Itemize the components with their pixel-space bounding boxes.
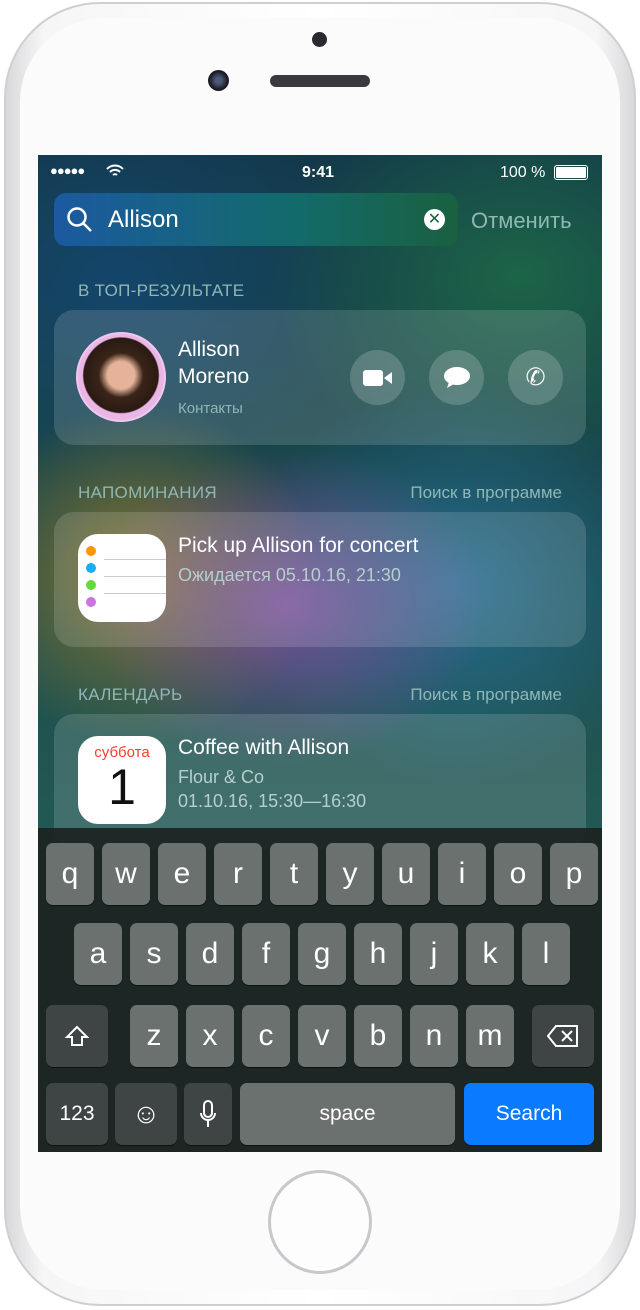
calendar-app-icon: суббота 1 xyxy=(78,736,166,824)
call-button[interactable]: ✆ xyxy=(508,350,563,405)
key-d[interactable]: d xyxy=(186,923,234,985)
key-x[interactable]: x xyxy=(186,1005,234,1067)
key-l[interactable]: l xyxy=(522,923,570,985)
top-result-card[interactable]: Allison Moreno Контакты ✆ xyxy=(54,310,586,445)
dictation-key[interactable] xyxy=(184,1083,232,1145)
search-in-app-reminders[interactable]: Поиск в программе xyxy=(410,483,562,503)
clock: 9:41 xyxy=(302,164,335,181)
section-header-reminders: НАПОМИНАНИЯ xyxy=(78,483,217,502)
video-camera-icon xyxy=(362,369,392,386)
key-g[interactable]: g xyxy=(298,923,346,985)
key-k[interactable]: k xyxy=(466,923,514,985)
key-y[interactable]: y xyxy=(326,843,374,905)
numbers-key[interactable]: 123 xyxy=(46,1083,108,1145)
section-header-top: В ТОП-РЕЗУЛЬТАТЕ xyxy=(78,281,245,300)
key-t[interactable]: t xyxy=(270,843,318,905)
reminder-due: Ожидается 05.10.16, 21:30 xyxy=(178,565,401,585)
key-c[interactable]: c xyxy=(242,1005,290,1067)
key-o[interactable]: o xyxy=(494,843,542,905)
search-icon xyxy=(67,207,92,232)
home-button[interactable] xyxy=(268,1170,372,1274)
delete-key[interactable] xyxy=(532,1005,594,1067)
key-s[interactable]: s xyxy=(130,923,178,985)
front-camera xyxy=(208,70,229,91)
key-r[interactable]: r xyxy=(214,843,262,905)
search-in-app-calendar[interactable]: Поиск в программе xyxy=(410,685,562,705)
key-z[interactable]: z xyxy=(130,1005,178,1067)
key-j[interactable]: j xyxy=(410,923,458,985)
key-v[interactable]: v xyxy=(298,1005,346,1067)
contact-source: Контакты xyxy=(178,400,243,417)
facetime-button[interactable] xyxy=(350,350,405,405)
key-n[interactable]: n xyxy=(410,1005,458,1067)
contact-first-name: Allison xyxy=(178,338,240,361)
message-bubble-icon xyxy=(443,366,470,388)
shift-icon xyxy=(65,1025,89,1046)
key-m[interactable]: m xyxy=(466,1005,514,1067)
key-i[interactable]: i xyxy=(438,843,486,905)
proximity-sensor xyxy=(312,32,327,47)
avatar xyxy=(76,332,166,422)
section-header-calendar: КАЛЕНДАРЬ xyxy=(78,685,183,704)
space-key[interactable]: space xyxy=(240,1083,455,1145)
reminder-title: Pick up Allison for concert xyxy=(178,534,419,557)
clear-icon[interactable]: ✕ xyxy=(424,209,445,230)
message-button[interactable] xyxy=(429,350,484,405)
cancel-button[interactable]: Отменить xyxy=(471,208,572,234)
reminder-result-card[interactable]: Pick up Allison for concert Ожидается 05… xyxy=(54,512,586,647)
key-f[interactable]: f xyxy=(242,923,290,985)
battery-icon xyxy=(554,165,588,180)
shift-key[interactable] xyxy=(46,1005,108,1067)
key-w[interactable]: w xyxy=(102,843,150,905)
key-u[interactable]: u xyxy=(382,843,430,905)
key-h[interactable]: h xyxy=(354,923,402,985)
event-title: Coffee with Allison xyxy=(178,736,350,759)
calendar-day-number: 1 xyxy=(108,759,136,815)
contact-last-name: Moreno xyxy=(178,365,250,388)
wifi-icon xyxy=(106,164,124,176)
phone-icon: ✆ xyxy=(525,364,546,391)
backspace-icon xyxy=(547,1025,578,1047)
signal-icon: ●●●●● xyxy=(50,163,85,178)
key-a[interactable]: a xyxy=(74,923,122,985)
event-location: Flour & Co xyxy=(178,767,265,787)
microphone-icon xyxy=(200,1100,216,1127)
reminders-app-icon xyxy=(78,534,166,622)
key-p[interactable]: p xyxy=(550,843,598,905)
earpiece-speaker xyxy=(270,75,370,87)
emoji-icon: ☺ xyxy=(131,1098,161,1129)
event-time: 01.10.16, 15:30—16:30 xyxy=(178,791,367,811)
key-b[interactable]: b xyxy=(354,1005,402,1067)
key-q[interactable]: q xyxy=(46,843,94,905)
search-key[interactable]: Search xyxy=(464,1083,594,1145)
emoji-key[interactable]: ☺ xyxy=(115,1083,177,1145)
search-input[interactable]: Allison xyxy=(108,206,179,234)
search-field[interactable]: Allison ✕ xyxy=(54,193,458,246)
key-e[interactable]: e xyxy=(158,843,206,905)
battery-percent: 100 % xyxy=(500,164,546,181)
status-bar: ●●●●● 9:41 100 % xyxy=(38,155,602,191)
screen: ●●●●● 9:41 100 % Allison ✕ Отменить В ТО… xyxy=(38,155,602,1152)
keyboard: qwertyuiop asdfghjkl zxcvbnm 123 ☺ space S… xyxy=(38,828,602,1152)
